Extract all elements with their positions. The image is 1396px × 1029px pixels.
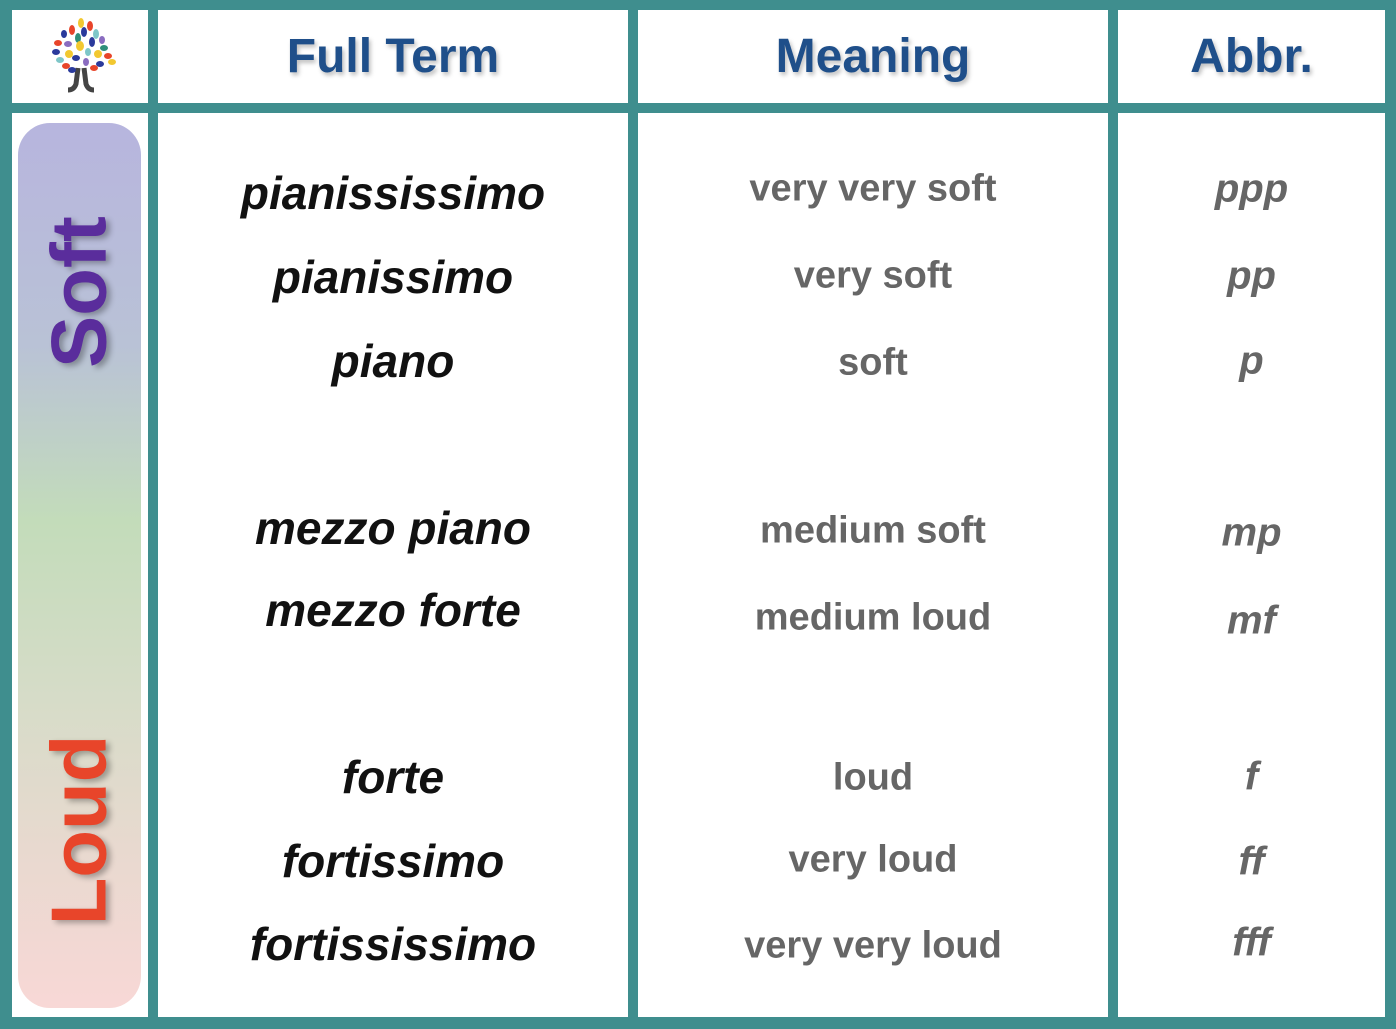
- abbr-cell: fff: [1232, 920, 1271, 965]
- loud-label: Loud: [34, 734, 123, 926]
- term-cell: mezzo forte: [265, 584, 521, 636]
- abbr-cell: pp: [1227, 253, 1276, 298]
- meaning-cell: medium loud: [754, 596, 992, 639]
- meaning-cell: very very loud: [744, 924, 1002, 967]
- abbr-cell: ppp: [1214, 166, 1289, 211]
- meaning-cell: very soft: [793, 254, 953, 297]
- abbr-cell: p: [1239, 338, 1264, 383]
- meaning-cell: loud: [832, 756, 914, 799]
- tree-logo-icon: [52, 18, 116, 93]
- meaning-cell: medium soft: [760, 509, 986, 552]
- abbr-cell: mf: [1227, 598, 1276, 643]
- soft-label: Soft: [34, 216, 123, 368]
- term-cell: piano: [331, 335, 455, 387]
- term-cell: mezzo piano: [254, 502, 532, 554]
- term-cell: fortissimo: [281, 835, 505, 887]
- meaning-cell: very loud: [788, 838, 958, 881]
- term-cell: pianississimo: [240, 167, 546, 219]
- abbr-cell: mp: [1221, 510, 1282, 555]
- header-meaning: Meaning: [775, 30, 971, 83]
- term-cell: forte: [341, 751, 445, 803]
- abbr-cell: f: [1244, 754, 1259, 799]
- header-full-term: Full Term: [286, 30, 500, 83]
- term-cell: pianissimo: [272, 251, 514, 303]
- meaning-cell: soft: [838, 341, 908, 384]
- abbr-cell: ff: [1238, 839, 1265, 884]
- header-abbr: Abbr.: [1190, 30, 1313, 83]
- term-cell: fortississimo: [249, 918, 537, 970]
- meaning-cell: very very soft: [749, 167, 997, 210]
